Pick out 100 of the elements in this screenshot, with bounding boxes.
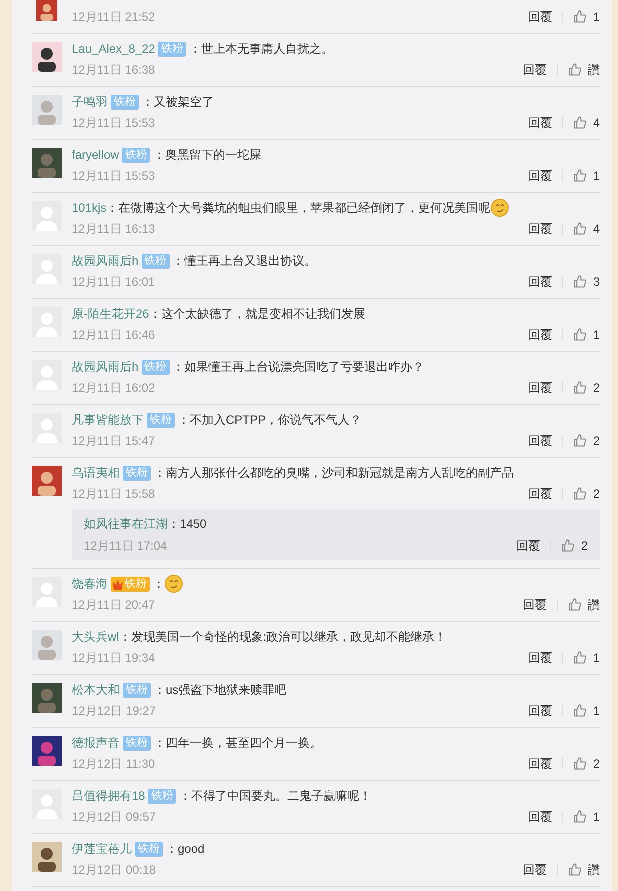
thumbs-up-icon xyxy=(573,757,588,771)
comment-time: 12月11日 16:01 xyxy=(72,274,156,291)
thumbs-up-icon xyxy=(573,434,588,448)
comment-text: ：good xyxy=(166,841,205,858)
thumbs-up-icon xyxy=(573,275,588,289)
like-button[interactable]: 讚 xyxy=(568,861,600,879)
reply-link[interactable]: 回覆 xyxy=(516,537,540,555)
reply-link[interactable]: 回覆 xyxy=(528,326,552,344)
comment-text: ：世上本无事庸人自扰之。 xyxy=(189,41,334,58)
comment-time: 12月11日 15:47 xyxy=(72,433,156,450)
reply-link[interactable]: 回覆 xyxy=(528,649,552,667)
fan-badge: 铁粉 xyxy=(123,466,151,480)
user-name[interactable]: 乌语夷相 xyxy=(72,464,120,482)
comment-text: ：不加入CPTPP，你说气不气人？ xyxy=(178,412,362,429)
comment-text: ： xyxy=(153,576,165,593)
fan-badge: 铁粉 xyxy=(122,148,150,162)
like-button[interactable]: 1 xyxy=(573,649,600,667)
comment-text: ：奥黑留下的一坨屎 xyxy=(153,147,262,164)
user-name[interactable]: 故园风雨后h xyxy=(72,358,139,376)
comment-time: 12月12日 19:27 xyxy=(72,703,156,720)
user-name[interactable]: 吕值得拥有18 xyxy=(72,787,146,805)
reply-link[interactable]: 回覆 xyxy=(528,808,552,826)
user-name[interactable]: 子鸣羽 xyxy=(72,93,108,111)
comment-text: ：南方人那张什么都吃的臭嘴，沙司和新冠就是南方人乱吃的副产品 xyxy=(154,465,514,482)
like-button[interactable]: 2 xyxy=(573,432,600,450)
user-name[interactable]: 德报声音 xyxy=(72,734,120,752)
user-name[interactable]: 原-陌生花开26 xyxy=(72,305,150,323)
thumbs-up-icon xyxy=(568,863,582,877)
user-name[interactable]: 大头兵wl xyxy=(72,628,120,646)
like-button[interactable]: 2 xyxy=(573,485,600,503)
like-button[interactable]: 4 xyxy=(573,220,600,238)
like-button[interactable]: 2 xyxy=(573,379,600,397)
reply-link[interactable]: 回覆 xyxy=(523,596,547,614)
reply-link[interactable]: 回覆 xyxy=(528,755,552,773)
reply-link[interactable]: 回覆 xyxy=(528,432,552,450)
comment-time: 12月11日 16:38 xyxy=(72,62,156,79)
comment-time: 12月12日 09:57 xyxy=(72,809,156,826)
comment-text: ：1450 xyxy=(168,516,207,533)
comment-time: 12月11日 19:34 xyxy=(72,650,156,667)
reply-link[interactable]: 回覆 xyxy=(523,861,547,879)
reply-link[interactable]: 回覆 xyxy=(528,379,552,397)
user-name[interactable]: Lau_Alex_8_22 xyxy=(72,40,156,58)
thumbs-up-icon xyxy=(573,487,588,501)
comment-text: ：在微博这个大号粪坑的蛆虫们眼里，苹果都已经倒闭了，更何况美国呢 xyxy=(106,200,491,217)
like-button[interactable]: 1 xyxy=(573,808,600,826)
reply-link[interactable]: 回覆 xyxy=(528,114,552,132)
reply-link[interactable]: 回覆 xyxy=(528,8,552,26)
like-button[interactable]: 4 xyxy=(573,114,600,132)
reply-link[interactable]: 回覆 xyxy=(528,485,552,503)
comment-text: ：us强盗下地狱来赎罪吧 xyxy=(154,682,287,699)
comment-text: ：不得了中国要丸。二鬼子赢嘛呢！ xyxy=(179,788,372,805)
fan-badge: 铁粉 xyxy=(158,42,186,56)
comment-time: 12月11日 15:58 xyxy=(72,486,156,503)
like-button[interactable]: 1 xyxy=(573,167,600,185)
comment-time: 12月11日 15:53 xyxy=(72,115,156,132)
like-button[interactable]: 2 xyxy=(573,755,600,773)
like-button[interactable]: 2 xyxy=(561,537,588,555)
user-name[interactable]: faryellow xyxy=(72,146,120,164)
thumbs-up-icon xyxy=(573,651,588,665)
comment-time: 12月11日 15:53 xyxy=(72,168,156,185)
user-name[interactable]: 松本大和 xyxy=(72,681,120,699)
reply-link[interactable]: 回覆 xyxy=(523,61,547,79)
fan-badge: 铁粉 xyxy=(148,788,176,804)
fan-badge: 铁粉 xyxy=(111,94,139,110)
thumbs-up-icon xyxy=(573,381,588,395)
thumbs-up-icon xyxy=(573,116,588,130)
comment-time: 12月11日 17:04 xyxy=(84,538,168,555)
comment-time: 12月11日 20:47 xyxy=(72,597,156,614)
user-name[interactable]: 故园风雨后h xyxy=(72,252,139,270)
like-button[interactable]: 讚 xyxy=(568,596,600,614)
comment-text: ：如果懂王再上台说漂亮国吃了亏要退出咋办？ xyxy=(172,359,425,376)
like-button[interactable]: 讚 xyxy=(568,61,600,79)
thumbs-up-icon xyxy=(573,222,588,236)
thumbs-up-icon xyxy=(573,10,588,24)
reply-link[interactable]: 回覆 xyxy=(528,273,552,291)
thumbs-up-icon xyxy=(573,328,588,342)
user-name[interactable]: 饶春海 xyxy=(72,575,108,593)
comment-text: ：这个太缺德了，就是变相不让我们发展 xyxy=(149,306,366,323)
thumbs-up-icon xyxy=(573,169,588,183)
like-button[interactable]: 1 xyxy=(573,326,600,344)
comment-time: 12月12日 11:30 xyxy=(72,756,156,773)
comment-text: ：四年一换，甚至四个月一换。 xyxy=(154,735,322,752)
reply-link[interactable]: 回覆 xyxy=(528,702,552,720)
thumbs-up-icon xyxy=(561,539,576,553)
like-button[interactable]: 1 xyxy=(573,8,600,26)
like-button[interactable]: 1 xyxy=(573,702,600,720)
fan-badge: 铁粉 xyxy=(142,254,170,268)
comment-time: 12月11日 21:52 xyxy=(72,8,156,26)
reply-link[interactable]: 回覆 xyxy=(528,220,552,238)
like-button[interactable]: 3 xyxy=(573,273,600,291)
user-name[interactable]: 凡事皆能放下 xyxy=(72,411,144,429)
thumbs-up-icon xyxy=(568,63,582,77)
fan-badge: 铁粉 xyxy=(111,576,150,592)
comment-text: ：发现美国一个奇怪的现象:政治可以继承，政见却不能继承！ xyxy=(119,629,447,646)
thumbs-up-icon xyxy=(568,598,582,612)
reply-link[interactable]: 回覆 xyxy=(528,167,552,185)
comment-time: 12月11日 16:46 xyxy=(72,327,156,344)
comment-time: 12月12日 00:18 xyxy=(72,862,156,879)
user-name[interactable]: 伊莲宝蓓儿 xyxy=(72,840,132,858)
user-name[interactable]: 101kjs xyxy=(72,199,107,217)
